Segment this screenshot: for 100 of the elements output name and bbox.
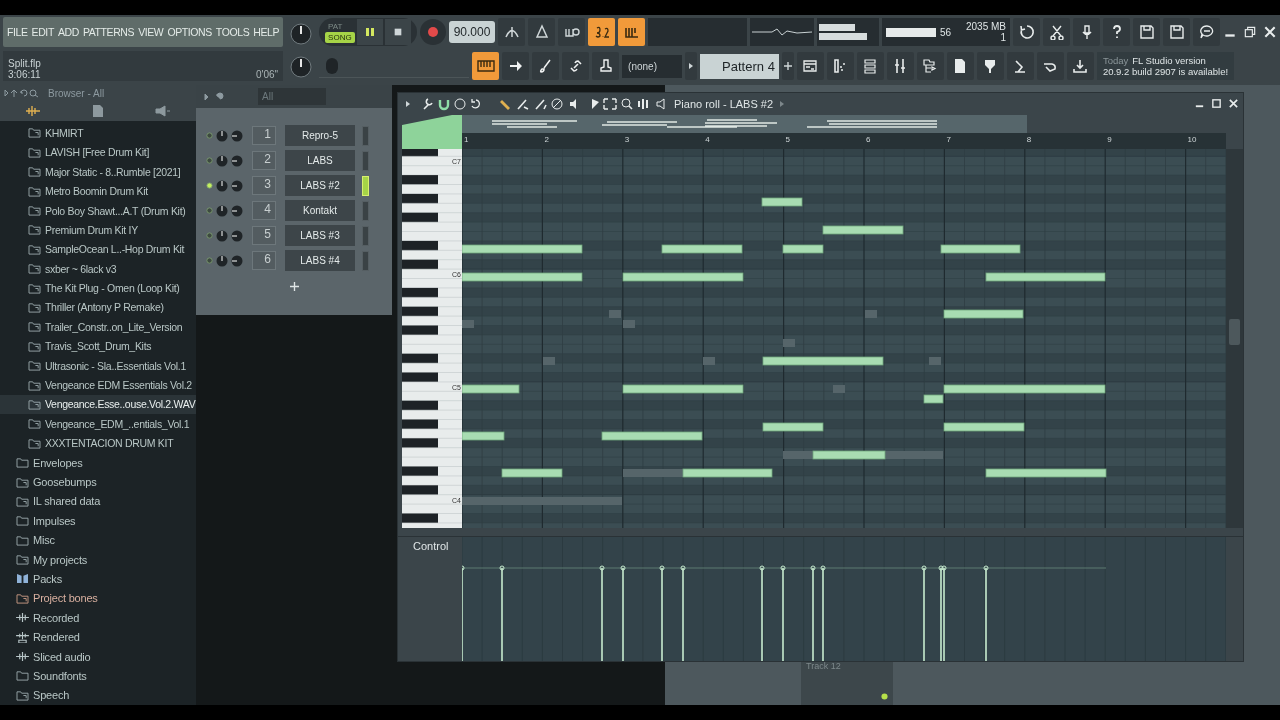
link-tool-button[interactable] (562, 52, 590, 80)
speaker-icon[interactable] (154, 105, 171, 118)
mic-button[interactable] (1073, 18, 1100, 46)
list-button[interactable] (856, 52, 884, 80)
browser-item[interactable]: Impulses (0, 511, 196, 531)
browser-item[interactable]: Speech (0, 685, 196, 705)
pen-button[interactable] (1006, 52, 1034, 80)
page-button[interactable] (946, 52, 974, 80)
brush-tool-button[interactable] (532, 52, 560, 80)
tap-tempo-button[interactable] (498, 18, 526, 46)
browser-item[interactable]: Vengeance EDM Essentials Vol.2 (0, 375, 196, 395)
add-pattern-button[interactable] (781, 52, 794, 80)
master-pitch-knob[interactable] (290, 55, 313, 78)
plug-button[interactable] (976, 52, 1004, 80)
note[interactable] (501, 468, 563, 478)
toggle-button[interactable] (588, 18, 616, 46)
channel-button[interactable]: Kontakt (285, 200, 355, 221)
arrow-tool-button[interactable] (502, 52, 530, 80)
playlist-button[interactable] (796, 52, 824, 80)
mixer-track-number[interactable]: 2 (252, 151, 276, 170)
menu-item[interactable]: TOOLS (215, 26, 250, 38)
menu-item[interactable]: EDIT (31, 26, 54, 38)
browse-button[interactable] (916, 52, 944, 80)
browser-item[interactable]: My projects (0, 549, 196, 570)
piano-keyboard-drawing[interactable] (402, 148, 462, 528)
note[interactable] (622, 272, 744, 282)
note[interactable] (923, 394, 944, 404)
mixer-track-number[interactable]: 1 (252, 126, 276, 145)
channel-button[interactable]: Repro-5 (285, 125, 355, 146)
pan-knob[interactable] (216, 179, 228, 192)
browser-item[interactable]: KHMIRT (0, 123, 196, 143)
browser-item[interactable]: Packs (0, 569, 196, 589)
pattern-selector[interactable]: Pattern 4 (700, 53, 779, 79)
note[interactable] (782, 244, 824, 254)
browser-item[interactable]: Recorded (0, 608, 196, 628)
browser-item[interactable]: Vengeance.Esse..ouse.Vol.2.WAV (0, 394, 196, 415)
toggle-button[interactable] (528, 18, 556, 46)
step-button[interactable] (826, 52, 854, 80)
help-button[interactable] (1103, 18, 1130, 46)
pan-knob[interactable] (216, 129, 228, 142)
browser-item[interactable]: XXXTENTACION DRUM KIT (0, 433, 196, 453)
browser-item[interactable]: Premium Drum Kit IY (0, 220, 196, 240)
note[interactable] (985, 272, 1106, 282)
browser-item[interactable]: Misc (0, 530, 196, 550)
channel-button[interactable]: LABS #4 (285, 250, 355, 271)
toggle-button[interactable] (558, 18, 586, 46)
document-icon[interactable] (92, 104, 104, 119)
maximize-icon[interactable] (1211, 98, 1222, 110)
browser-item[interactable]: Ultrasonic - Sla..Essentials Vol.1 (0, 355, 196, 376)
mode-switch[interactable]: PAT (325, 21, 355, 32)
note[interactable] (943, 422, 1025, 432)
note[interactable] (761, 197, 803, 207)
channel-button[interactable]: LABS (285, 150, 355, 171)
restore-icon[interactable] (1243, 25, 1257, 39)
note[interactable] (462, 272, 583, 282)
volume-knob[interactable] (231, 129, 243, 142)
volume-knob[interactable] (231, 254, 243, 267)
speaker-icon[interactable] (656, 96, 668, 111)
note[interactable] (462, 384, 520, 394)
menu-item[interactable]: PATTERNS (82, 26, 135, 38)
pan-knob[interactable] (216, 204, 228, 217)
undo-button[interactable] (1013, 18, 1040, 46)
note[interactable] (943, 384, 1106, 394)
volume-knob[interactable] (231, 229, 243, 242)
browser-item[interactable]: Soundfonts (0, 666, 196, 686)
snap-dropdown[interactable]: (none) (622, 54, 683, 78)
menu-item[interactable]: ADD (57, 26, 79, 38)
browser-item[interactable]: Polo Boy Shawt...A.T (Drum Kit) (0, 200, 196, 221)
note[interactable] (812, 450, 886, 460)
menu-item[interactable]: FILE (7, 26, 28, 38)
stop-button[interactable] (384, 19, 411, 45)
pan-knob[interactable] (216, 254, 228, 267)
browser-item[interactable]: Thriller (Antony P Remake) (0, 297, 196, 318)
note[interactable] (682, 468, 773, 478)
menu-item[interactable]: HELP (253, 26, 280, 38)
close-icon[interactable] (1228, 98, 1239, 110)
record-button[interactable] (419, 19, 446, 45)
typing-keyboard-button[interactable] (472, 52, 500, 80)
pattern-overview-bar[interactable] (462, 114, 1027, 133)
browser-item[interactable]: Vengeance_EDM_..entials_Vol.1 (0, 414, 196, 434)
browser-item[interactable]: Project bones (0, 588, 196, 609)
close-icon[interactable] (1263, 25, 1277, 39)
cut-button[interactable] (1043, 18, 1070, 46)
mixer-track-number[interactable]: 3 (252, 176, 276, 195)
note[interactable] (943, 309, 1024, 319)
browser-item[interactable]: Trailer_Constr..on_Lite_Version (0, 317, 196, 337)
browser-item[interactable]: sxber ~ 6lack v3 (0, 259, 196, 279)
volume-knob[interactable] (231, 179, 243, 192)
view-tools-drawing[interactable] (590, 96, 650, 111)
mode-switch[interactable]: SONG (325, 32, 355, 43)
save-wave-button[interactable] (1163, 18, 1190, 46)
channel-button[interactable]: LABS #3 (285, 225, 355, 246)
save-button[interactable] (1133, 18, 1160, 46)
browser-item[interactable]: LAVISH [Free Drum Kit] (0, 142, 196, 163)
note-preview-tab[interactable] (402, 114, 462, 149)
browser-item[interactable]: Goosebumps (0, 472, 196, 492)
vertical-scrollbar-thumb[interactable] (1229, 318, 1240, 345)
note[interactable] (762, 356, 884, 366)
note[interactable] (622, 384, 744, 394)
browser-item[interactable]: IL shared data (0, 491, 196, 512)
